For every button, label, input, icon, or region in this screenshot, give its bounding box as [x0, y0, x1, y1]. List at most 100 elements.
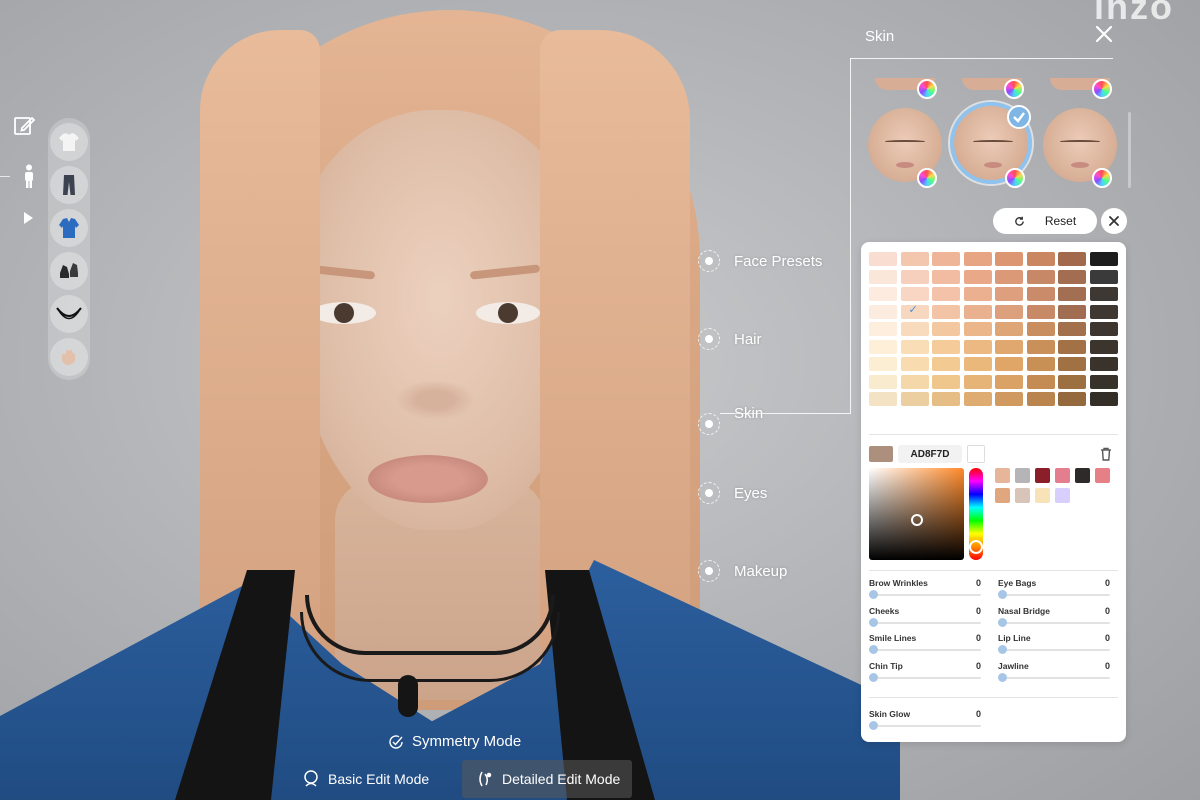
reset-button[interactable]: Reset — [993, 208, 1097, 234]
slider-track[interactable] — [869, 725, 981, 727]
slider-lip-line[interactable]: Lip Line 0 — [998, 633, 1110, 657]
skin-swatch[interactable] — [932, 322, 960, 336]
color-wheel-icon[interactable] — [1004, 79, 1024, 99]
slider-cheeks[interactable]: Cheeks 0 — [869, 606, 981, 630]
recent-color-swatch[interactable] — [1015, 488, 1030, 503]
reset-close-button[interactable] — [1101, 208, 1127, 234]
skin-swatch[interactable] — [869, 287, 897, 301]
play-arrow-icon[interactable] — [24, 212, 33, 224]
slider-jawline[interactable]: Jawline 0 — [998, 661, 1110, 685]
skin-swatch[interactable] — [932, 287, 960, 301]
skin-swatch[interactable] — [1026, 392, 1055, 406]
symmetry-mode-toggle[interactable]: Symmetry Mode — [388, 733, 521, 750]
skin-swatch[interactable] — [869, 304, 897, 319]
nav-item-face-presets[interactable]: Face Presets — [698, 250, 822, 272]
close-icon[interactable] — [1092, 22, 1116, 46]
skin-swatch[interactable] — [1026, 287, 1055, 301]
preset-scrollbar[interactable] — [1128, 112, 1131, 188]
skin-swatch[interactable] — [995, 392, 1023, 406]
skin-swatch[interactable] — [995, 339, 1023, 354]
skin-swatch[interactable] — [900, 322, 929, 336]
skin-swatch[interactable] — [1058, 252, 1086, 266]
recent-color-swatch[interactable] — [1075, 468, 1090, 483]
slider-knob[interactable] — [869, 617, 878, 627]
slider-track[interactable] — [998, 649, 1110, 651]
person-icon[interactable] — [22, 164, 36, 188]
recent-color-swatch[interactable] — [1055, 468, 1070, 483]
slider-track[interactable] — [998, 676, 1110, 679]
skin-swatch[interactable] — [900, 252, 929, 266]
skin-swatch[interactable] — [869, 339, 897, 354]
skin-swatch[interactable] — [1058, 322, 1086, 336]
rail-item-necklace[interactable] — [50, 295, 88, 333]
skin-swatch[interactable] — [1058, 357, 1086, 371]
slider-knob[interactable] — [998, 645, 1007, 654]
skin-swatch[interactable] — [869, 357, 897, 371]
nav-item-eyes[interactable]: Eyes — [698, 482, 767, 504]
skin-swatch[interactable] — [1089, 252, 1118, 266]
skin-swatch[interactable] — [1026, 322, 1055, 336]
skin-swatch[interactable] — [1026, 304, 1055, 319]
slider-knob[interactable] — [998, 672, 1007, 682]
slider-track[interactable] — [869, 676, 981, 679]
recent-color-swatch[interactable] — [1035, 468, 1050, 483]
skin-swatch[interactable] — [869, 252, 897, 266]
skin-swatch[interactable] — [995, 374, 1023, 389]
rail-item-jacket[interactable] — [50, 209, 88, 247]
skin-swatch[interactable] — [900, 303, 929, 319]
skin-swatch[interactable] — [1058, 269, 1086, 284]
recent-color-swatch[interactable] — [1095, 468, 1110, 483]
recent-color-swatch[interactable] — [1035, 488, 1050, 503]
skin-swatch[interactable] — [1089, 304, 1118, 319]
saturation-handle[interactable] — [911, 514, 923, 526]
rail-item-shoes[interactable] — [50, 252, 88, 290]
basic-edit-mode-button[interactable]: Basic Edit Mode — [302, 760, 452, 798]
slider-track[interactable] — [998, 594, 1110, 596]
color-wheel-icon[interactable] — [917, 79, 937, 99]
skin-swatch[interactable] — [869, 269, 897, 284]
skin-swatch[interactable] — [1089, 339, 1118, 354]
color-wheel-icon[interactable] — [917, 168, 937, 188]
nav-item-hair[interactable]: Hair — [698, 328, 762, 350]
skin-swatch[interactable] — [932, 304, 960, 319]
skin-swatch[interactable] — [963, 322, 992, 336]
skin-swatch[interactable] — [963, 357, 992, 371]
skin-swatch[interactable] — [1089, 392, 1118, 406]
skin-swatch[interactable] — [932, 392, 960, 406]
recent-color-swatch[interactable] — [995, 468, 1010, 483]
skin-swatch[interactable] — [932, 357, 960, 371]
slider-skin-glow[interactable]: Skin Glow 0 — [869, 709, 981, 733]
skin-swatch[interactable] — [995, 304, 1023, 319]
skin-swatch[interactable] — [900, 392, 929, 406]
white-color-box[interactable] — [967, 445, 985, 463]
skin-swatch[interactable] — [869, 374, 897, 389]
skin-swatch[interactable] — [1026, 357, 1055, 371]
slider-chin-tip[interactable]: Chin Tip 0 — [869, 661, 981, 685]
skin-swatch[interactable] — [932, 269, 960, 284]
slider-knob[interactable] — [869, 721, 878, 730]
skin-swatch[interactable] — [900, 357, 929, 371]
slider-track[interactable] — [998, 621, 1110, 624]
color-wheel-icon[interactable] — [1005, 168, 1025, 188]
hue-handle[interactable] — [969, 540, 983, 554]
nav-item-makeup[interactable]: Makeup — [698, 560, 787, 582]
skin-swatch[interactable] — [963, 392, 992, 406]
skin-swatch[interactable] — [1058, 339, 1086, 354]
skin-swatch[interactable] — [963, 252, 992, 266]
recent-color-swatch[interactable] — [995, 488, 1010, 503]
skin-swatch[interactable] — [995, 269, 1023, 284]
color-wheel-icon[interactable] — [1092, 79, 1112, 99]
slider-knob[interactable] — [998, 617, 1007, 627]
skin-swatch[interactable] — [932, 339, 960, 354]
slider-nasal-bridge[interactable]: Nasal Bridge 0 — [998, 606, 1110, 630]
skin-swatch[interactable] — [995, 357, 1023, 371]
rail-item-pants[interactable] — [50, 166, 88, 204]
skin-swatch[interactable] — [995, 252, 1023, 266]
skin-swatch[interactable] — [1089, 374, 1118, 389]
skin-swatch[interactable] — [1026, 374, 1055, 389]
skin-swatch[interactable] — [869, 392, 897, 406]
skin-swatch[interactable] — [963, 304, 992, 319]
skin-swatch[interactable] — [995, 287, 1023, 301]
hex-input[interactable]: AD8F7D — [898, 445, 962, 463]
edit-icon[interactable] — [12, 114, 36, 138]
